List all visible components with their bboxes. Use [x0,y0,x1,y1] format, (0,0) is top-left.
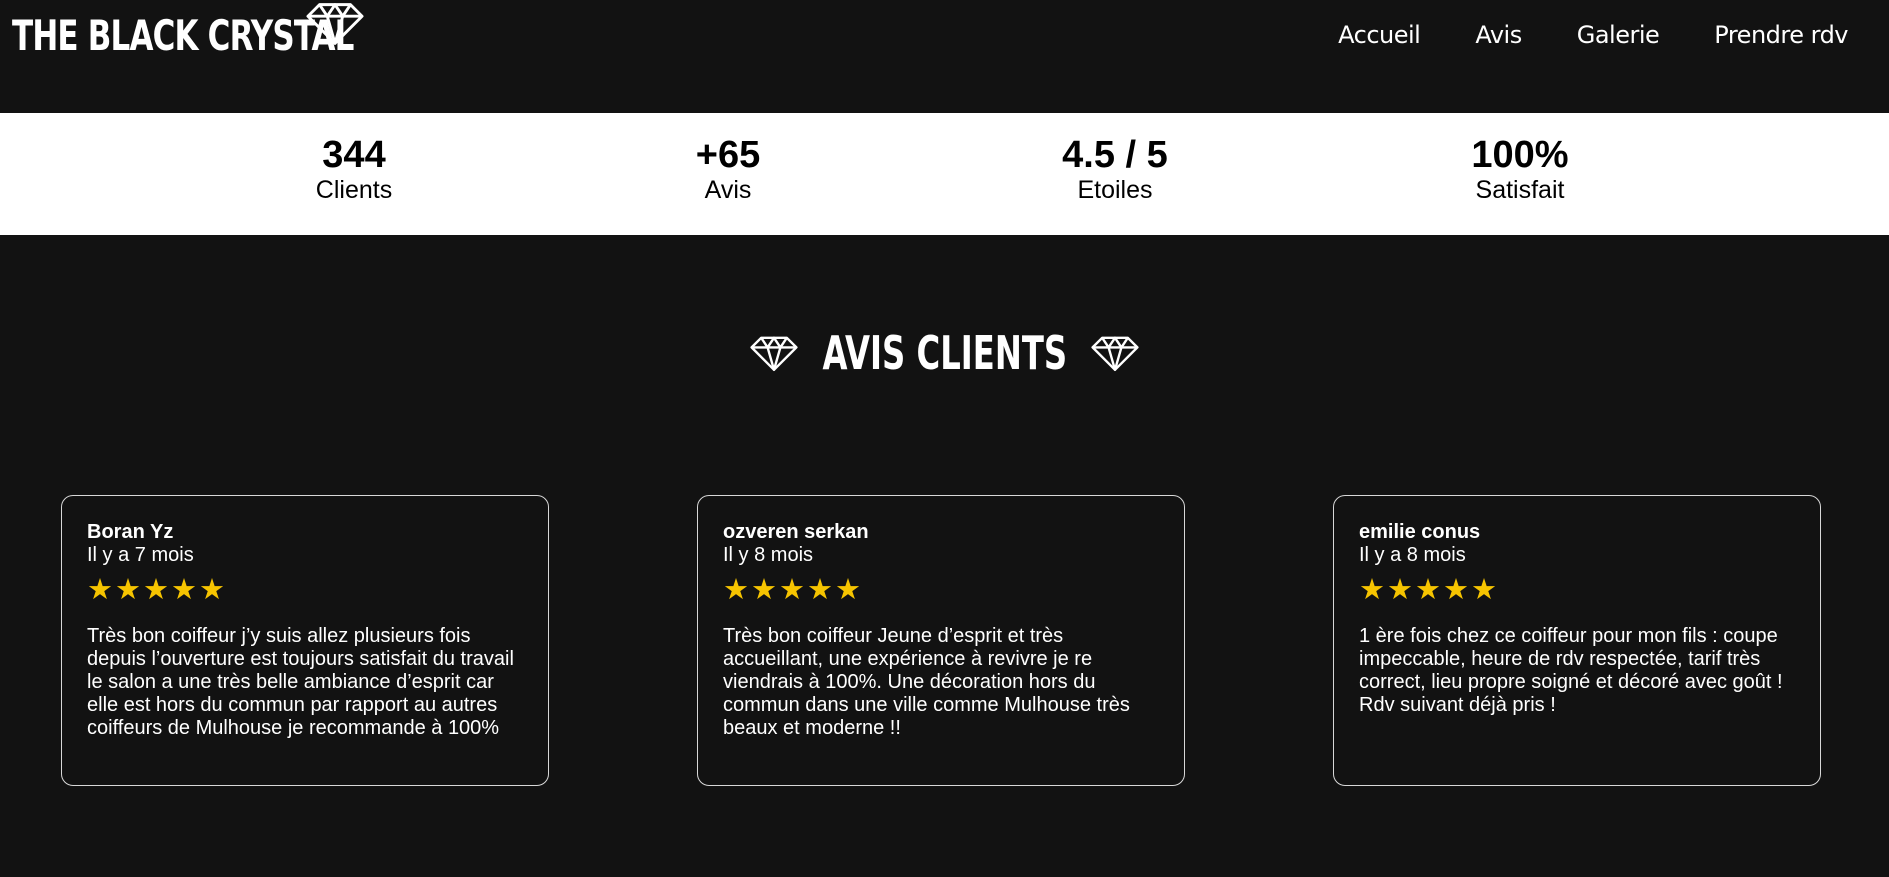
nav-avis[interactable]: Avis [1475,18,1522,52]
stat-value: 344 [322,134,386,176]
star-icon: ★ [835,574,861,606]
star-icon: ★ [807,574,833,606]
section-title-text: AVIS CLIENTS [822,326,1067,380]
reviewer-name: emilie conus [1359,521,1481,543]
nav-prendre-rdv[interactable]: Prendre rdv [1714,18,1848,52]
star-icon: ★ [115,574,141,606]
reviewer-name: Boran Yz [87,521,174,543]
star-icon: ★ [723,574,749,606]
diamond-icon [750,336,798,371]
stat-label: Satisfait [1475,176,1565,204]
stat-label: Avis [704,176,752,204]
star-icon: ★ [171,574,197,606]
stat-value: 4.5 / 5 [1062,134,1168,176]
star-rating: ★ ★ ★ ★ ★ [723,575,1159,605]
review-card: ozveren serkan Il y 8 mois ★ ★ ★ ★ ★ Très bo… [697,495,1185,786]
reviewer-name: ozveren serkan [723,521,869,543]
review-date: Il y 8 mois [723,544,814,566]
stat-value: 100% [1471,134,1569,176]
stat-label: Etoiles [1077,176,1153,204]
review-card: emilie conus Il y a 8 mois ★ ★ ★ ★ ★ 1 ère f… [1333,495,1821,786]
stat-value: +65 [695,134,761,176]
star-icon: ★ [751,574,777,606]
logo-text: THE BLACK CRYSTAL [12,11,354,60]
star-icon: ★ [1471,574,1497,606]
review-text: Très bon coiffeur j’y suis allez plusieu… [87,625,514,739]
star-icon: ★ [143,574,169,606]
stat-clients: 344 Clients [224,135,484,205]
star-icon: ★ [1359,574,1385,606]
review-date: Il y a 8 mois [1359,544,1466,566]
stat-avis: +65 Avis [598,135,858,205]
nav-galerie[interactable]: Galerie [1577,18,1660,52]
review-text: 1 ère fois chez ce coiffeur pour mon fil… [1359,625,1783,716]
site-logo[interactable]: THE BLACK CRYSTAL [12,10,429,62]
review-card: Boran Yz Il y a 7 mois ★ ★ ★ ★ ★ Très bon co… [61,495,549,786]
star-icon: ★ [779,574,805,606]
star-icon: ★ [87,574,113,606]
star-rating: ★ ★ ★ ★ ★ [1359,575,1795,605]
review-text: Très bon coiffeur Jeune d’esprit et très… [723,625,1130,739]
stat-etoiles: 4.5 / 5 Etoiles [985,135,1245,205]
star-icon: ★ [199,574,225,606]
stat-label: Clients [315,176,393,204]
section-title: AVIS CLIENTS [0,325,1889,381]
star-icon: ★ [1443,574,1469,606]
star-icon: ★ [1387,574,1413,606]
site-header: THE BLACK CRYSTAL Accueil Avis Galerie P… [0,0,1889,113]
diamond-icon [306,3,364,45]
stats-band: 344 Clients +65 Avis 4.5 / 5 Etoiles 100… [0,113,1889,235]
diamond-icon [1091,336,1139,371]
star-rating: ★ ★ ★ ★ ★ [87,575,523,605]
review-date: Il y a 7 mois [87,544,194,566]
nav-accueil[interactable]: Accueil [1338,18,1421,52]
stat-satisfait: 100% Satisfait [1390,135,1650,205]
star-icon: ★ [1415,574,1441,606]
main-nav: Accueil Avis Galerie Prendre rdv [1283,18,1848,52]
